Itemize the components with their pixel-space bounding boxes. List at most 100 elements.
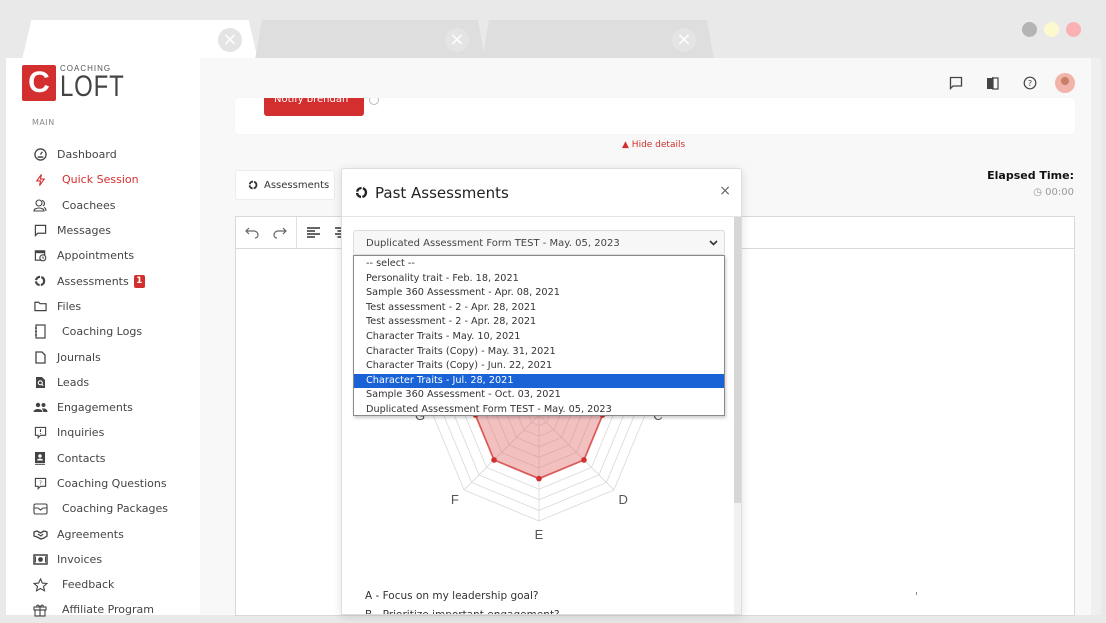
close-icon[interactable]: × — [719, 183, 731, 199]
elapsed-time-value: ◷ 00:00 — [1033, 187, 1074, 198]
switch-icon[interactable] — [974, 72, 1011, 94]
sidebar-item-agreements[interactable]: Agreements — [32, 521, 168, 546]
assessments-tab-button[interactable]: Assessments — [235, 170, 335, 200]
select-option[interactable]: Personality trait - Feb. 18, 2021 — [354, 272, 724, 287]
modal-header: Past Assessments — [342, 169, 741, 217]
sidebar-item-engagements[interactable]: Engagements — [32, 395, 168, 420]
calendar-clock-icon — [32, 248, 48, 264]
elapsed-time: Elapsed Time: ◷ 00:00 — [987, 169, 1074, 198]
sidebar-item-coaching-packages[interactable]: Coaching Packages — [32, 496, 168, 521]
radar-axis-label: E — [535, 527, 544, 542]
select-option[interactable]: Character Traits (Copy) - Jun. 22, 2021 — [354, 359, 724, 374]
select-option[interactable]: Character Traits - Jul. 28, 2021 — [354, 373, 724, 389]
chevron-up-icon: ▲ — [622, 140, 629, 150]
page-scrollbar[interactable] — [1091, 58, 1101, 615]
select-option[interactable]: Duplicated Assessment Form TEST - May. 0… — [354, 403, 724, 418]
modal-scrollbar[interactable] — [734, 217, 741, 614]
sidebar-item-label: Appointments — [57, 249, 135, 263]
contacts-icon — [32, 450, 48, 466]
sidebar-item-label: Agreements — [57, 527, 124, 541]
window-minimize-button[interactable] — [1022, 22, 1037, 37]
select-option[interactable]: Character Traits - May. 10, 2021 — [354, 330, 724, 345]
lead-search-icon — [32, 374, 48, 390]
close-tab-icon[interactable]: × — [672, 28, 696, 52]
sidebar-item-coaching-questions[interactable]: ? Coaching Questions — [32, 471, 168, 496]
align-left-icon[interactable] — [303, 223, 323, 243]
assessment-select-dropdown: -- select -- Personality trait - Feb. 18,… — [353, 255, 725, 416]
user-avatar[interactable] — [1055, 73, 1075, 93]
elapsed-time-label: Elapsed Time: — [987, 169, 1074, 182]
svg-text:?: ? — [1027, 79, 1031, 88]
sidebar-item-label: Feedback — [62, 578, 115, 592]
sidebar-item-assessments[interactable]: Assessments 1 — [32, 268, 168, 293]
sidebar-item-coachees[interactable]: Coachees — [32, 193, 168, 218]
notebook-icon — [32, 324, 48, 340]
dashboard-icon — [32, 147, 48, 163]
radar-point-D[interactable] — [581, 457, 587, 463]
window-close-button[interactable] — [1066, 22, 1081, 37]
notification-badge: 1 — [133, 274, 145, 288]
sidebar-item-dashboard[interactable]: Dashboard — [32, 142, 168, 167]
sidebar-item-label: Engagements — [57, 401, 133, 415]
radar-point-E[interactable] — [536, 475, 542, 482]
sidebar-item-leads[interactable]: Leads — [32, 370, 168, 395]
select-option[interactable]: Character Traits (Copy) - May. 31, 2021 — [354, 345, 724, 360]
chevron-down-icon — [709, 231, 718, 256]
sidebar-item-inquiries[interactable]: Inquiries — [32, 420, 168, 445]
hide-details-link[interactable]: ▲ Hide details — [622, 140, 685, 150]
modal-title: Past Assessments — [375, 183, 509, 202]
lightning-icon — [32, 172, 48, 188]
sidebar-item-label: Dashboard — [57, 148, 117, 162]
question-bubble-icon: ? — [32, 476, 48, 492]
logo-mark: C — [22, 65, 56, 101]
logo[interactable]: C COACHING LOFT — [22, 65, 141, 102]
sidebar-item-affiliate-program[interactable]: Affiliate Program — [32, 597, 168, 622]
text-cursor — [916, 592, 917, 595]
sidebar-item-journals[interactable]: Journals — [32, 344, 168, 369]
help-icon[interactable]: ? — [1011, 72, 1048, 94]
close-tab-icon[interactable]: × — [445, 28, 469, 52]
undo-icon[interactable] — [242, 223, 262, 243]
topbar-actions: ? — [937, 72, 1075, 94]
select-option[interactable]: Sample 360 Assessment - Oct. 03, 2021 — [354, 388, 724, 403]
close-tab-icon[interactable]: × — [218, 28, 242, 52]
sidebar-item-invoices[interactable]: Invoices — [32, 547, 168, 572]
message-icon — [32, 223, 48, 239]
assessment-select[interactable]: Duplicated Assessment Form TEST - May. 0… — [353, 230, 725, 255]
radar-point-F[interactable] — [491, 457, 497, 463]
sidebar-item-quick-session[interactable]: Quick Session — [32, 167, 168, 192]
question-label: B - Prioritize important engagement? — [365, 609, 560, 615]
sidebar-item-label: Coaching Packages — [62, 502, 169, 516]
sidebar-item-label: Coaching Logs — [62, 325, 143, 339]
assessment-icon — [32, 273, 48, 289]
notify-button[interactable]: Notify brendan — [264, 98, 364, 116]
sidebar-item-files[interactable]: Files — [32, 294, 168, 319]
browser-window: × × × C COACHING LOFT MAIN Dashboard Qui… — [0, 0, 1106, 617]
sidebar-nav: Dashboard Quick Session Coachees Message… — [32, 142, 168, 623]
select-option[interactable]: Test assessment - 2 - Apr. 28, 2021 — [354, 301, 724, 316]
svg-text:?: ? — [39, 480, 42, 486]
radar-axis-label: D — [618, 492, 627, 507]
sidebar-item-label: Quick Session — [62, 173, 139, 187]
sidebar-item-label: Inquiries — [57, 426, 105, 440]
window-maximize-button[interactable] — [1044, 22, 1059, 37]
chat-icon[interactable] — [937, 72, 974, 94]
sidebar-item-messages[interactable]: Messages — [32, 218, 168, 243]
sidebar-item-appointments[interactable]: Appointments — [32, 243, 168, 268]
select-option[interactable]: Sample 360 Assessment - Apr. 08, 2021 — [354, 286, 724, 301]
sidebar-item-label: Assessments — [57, 274, 129, 288]
section-label: MAIN — [32, 118, 55, 127]
sidebar-item-feedback[interactable]: Feedback — [32, 572, 168, 597]
modal-scrollbar-thumb[interactable] — [734, 217, 741, 503]
info-icon[interactable] — [369, 98, 379, 105]
select-option[interactable]: -- select -- — [354, 257, 724, 272]
sidebar-item-coaching-logs[interactable]: Coaching Logs — [32, 319, 168, 344]
sidebar-item-label: Messages — [57, 224, 111, 238]
inquiry-icon — [32, 425, 48, 441]
select-option[interactable]: Test assessment - 2 - Apr. 28, 2021 — [354, 315, 724, 330]
redo-icon[interactable] — [270, 223, 290, 243]
sidebar-item-contacts[interactable]: Contacts — [32, 446, 168, 471]
sidebar-item-label: Journals — [57, 350, 101, 364]
question-label: A - Focus on my leadership goal? — [365, 590, 539, 602]
sidebar-item-label: Invoices — [57, 552, 103, 566]
